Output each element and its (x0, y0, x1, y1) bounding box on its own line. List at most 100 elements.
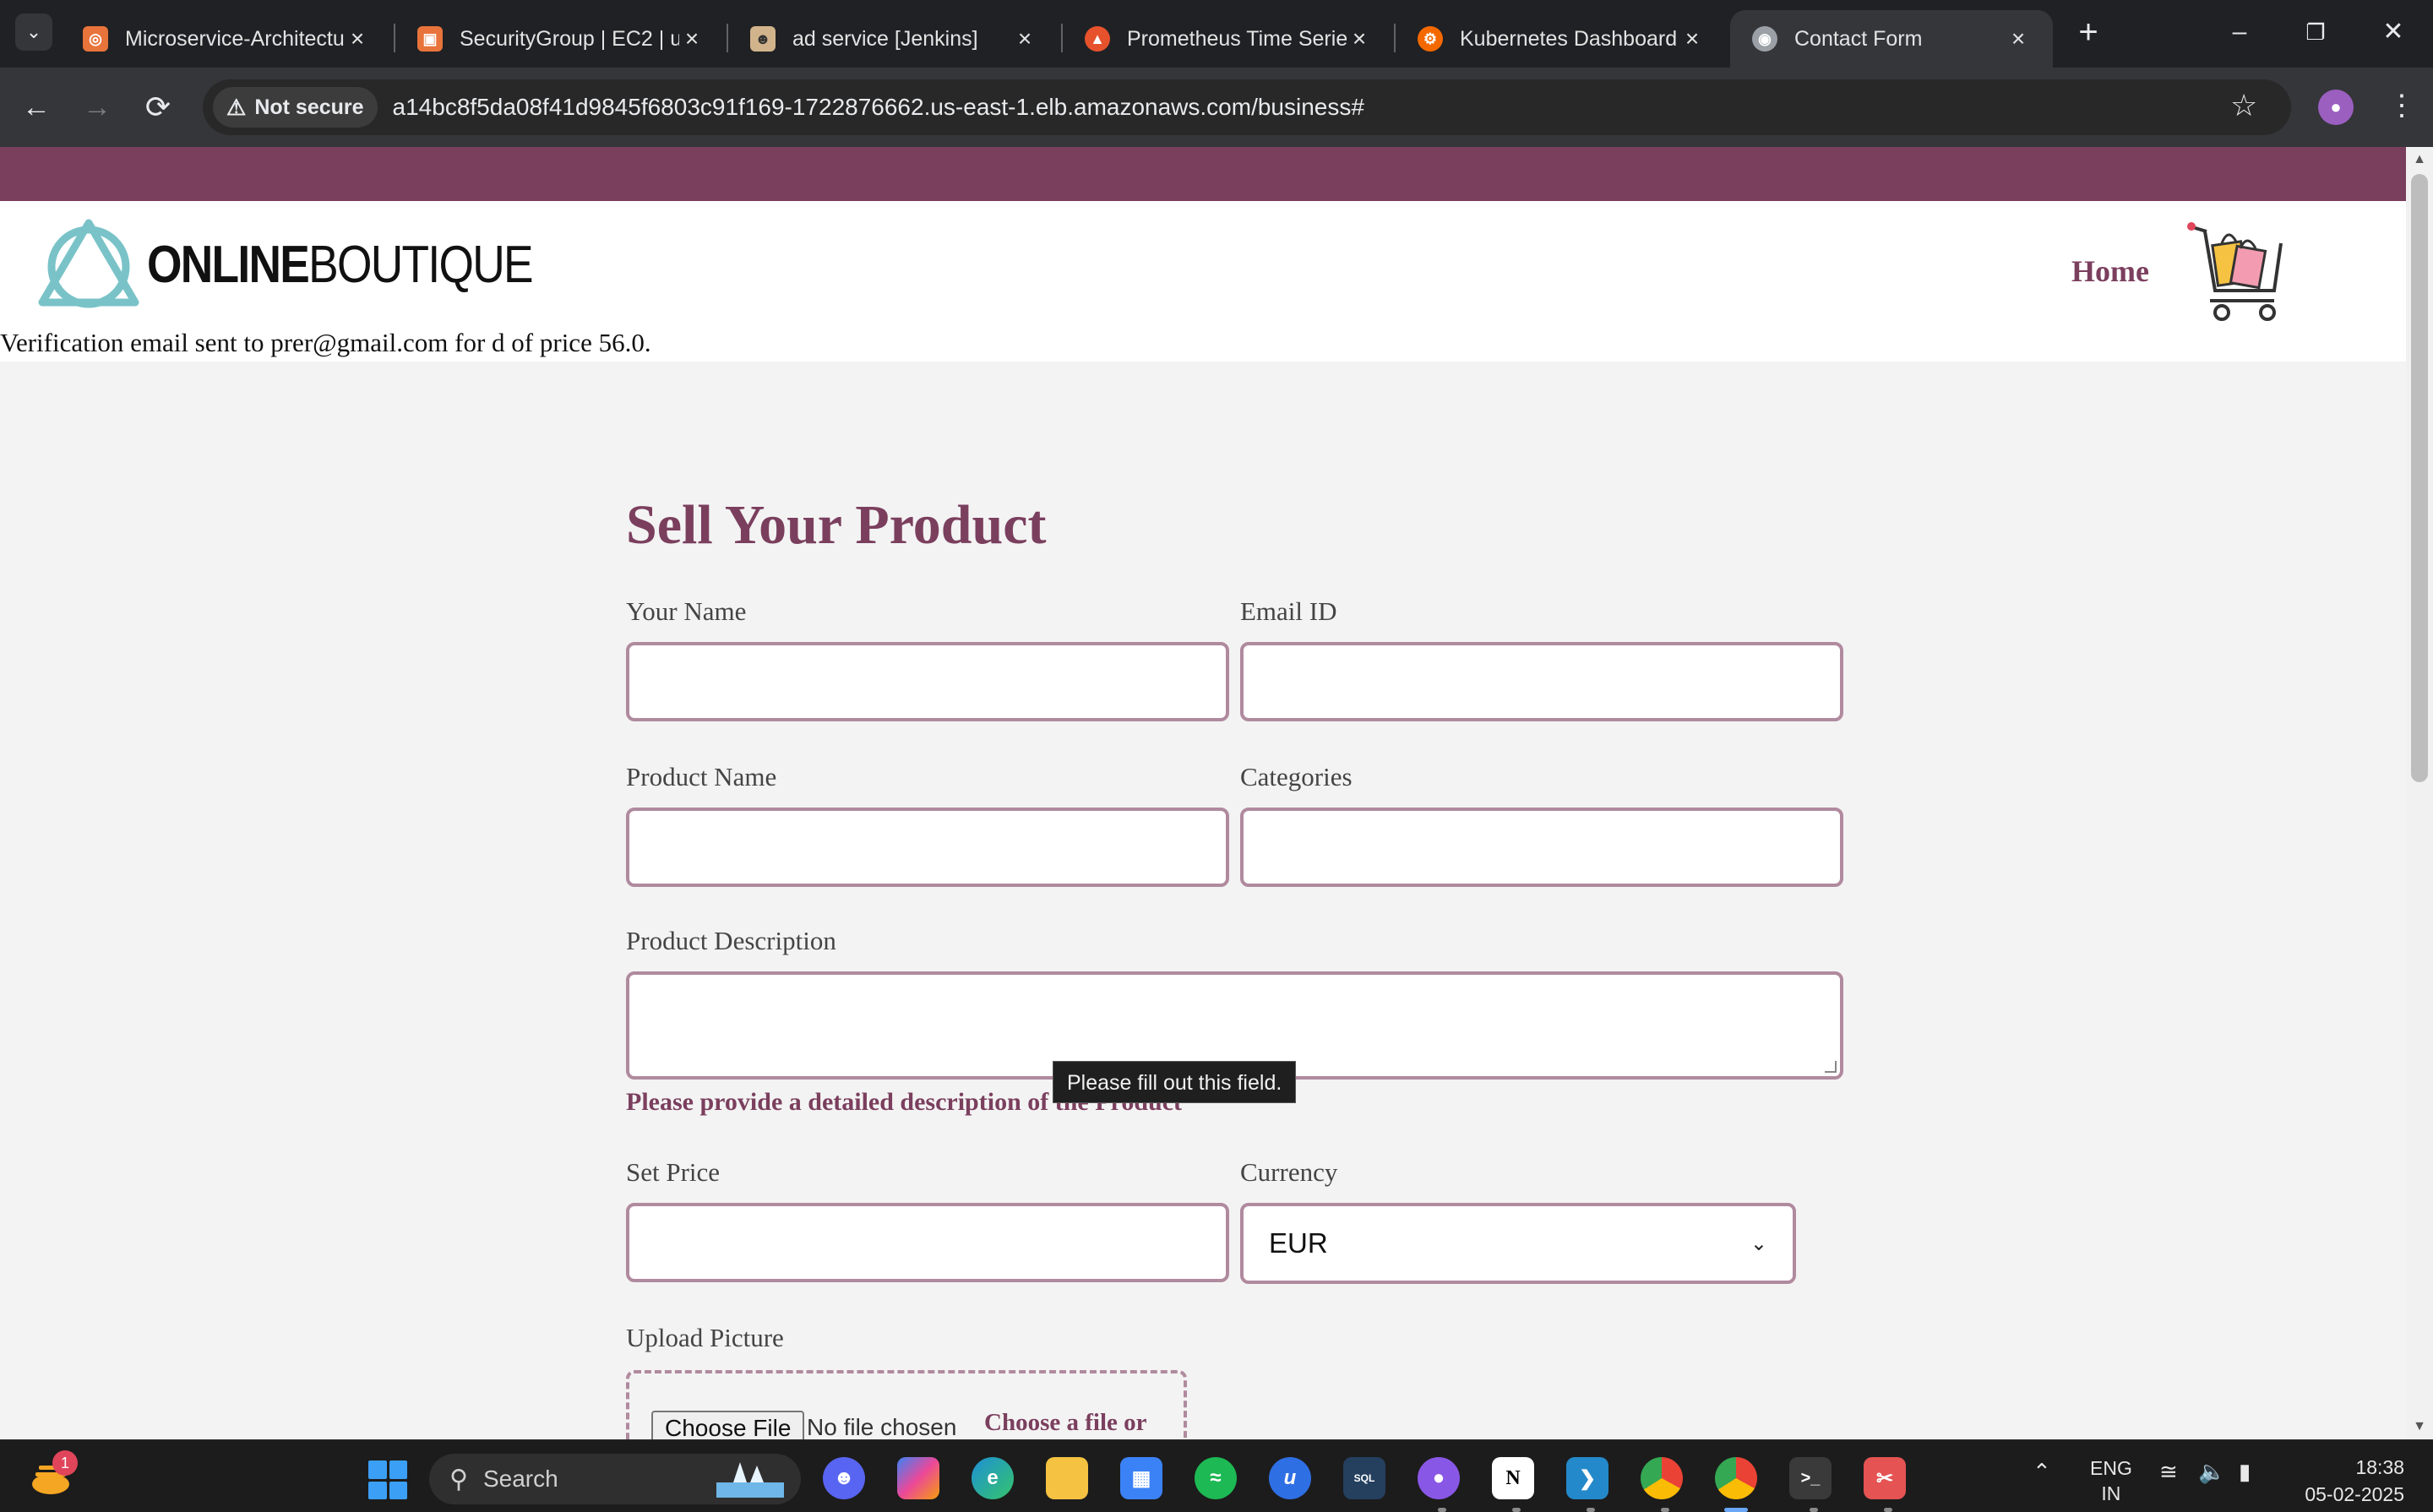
verification-message: Verification email sent to prer@gmail.co… (0, 328, 651, 357)
product-name-input[interactable] (626, 808, 1229, 887)
url-text[interactable]: a14bc8f5da08f41d9845f6803c91f169-1722876… (393, 94, 1364, 121)
email-input[interactable] (1240, 642, 1843, 721)
browser-tab[interactable]: ▲ Prometheus Time Series × (1063, 10, 1394, 68)
choose-hint-text: Choose a file or (984, 1409, 1147, 1436)
mysql-workbench-icon[interactable]: SQL (1343, 1457, 1385, 1499)
file-explorer-icon[interactable] (1046, 1457, 1088, 1499)
close-icon[interactable]: × (679, 25, 705, 52)
chrome-profile-icon[interactable] (1715, 1457, 1757, 1499)
tab-search-chevron-icon[interactable]: ⌄ (15, 14, 52, 51)
running-indicator (1661, 1508, 1669, 1512)
back-arrow-icon[interactable]: ← (17, 88, 56, 127)
browser-tab[interactable]: ☻ ad service [Jenkins] × (728, 10, 1059, 68)
running-indicator (1438, 1508, 1446, 1512)
aws-codepipeline-icon: ◎ (83, 26, 108, 52)
browser-toolbar: ← → ⟳ ⚠ Not secure a14bc8f5da08f41d9845f… (0, 68, 2433, 147)
browser-tab[interactable]: ▣ SecurityGroup | EC2 | us × (395, 10, 727, 68)
logo-triangle-icon (38, 219, 139, 308)
windows-start-icon[interactable] (368, 1460, 407, 1499)
product-name-label: Product Name (626, 762, 777, 791)
email-label: Email ID (1240, 596, 1337, 626)
search-highlight-icon (716, 1462, 784, 1498)
tab-title: Kubernetes Dashboard (1460, 26, 1678, 51)
taskbar-search-placeholder: Search (482, 1466, 558, 1492)
categories-label: Categories (1240, 762, 1353, 791)
restore-icon[interactable]: ❐ (2294, 14, 2337, 51)
bookmark-star-icon[interactable]: ☆ (2230, 86, 2257, 125)
language-indicator[interactable]: ENG IN (2090, 1455, 2132, 1506)
grafana-icon: ⚙ (1418, 26, 1443, 52)
profile-avatar-icon[interactable]: ● (2318, 90, 2354, 125)
running-indicator (1512, 1508, 1521, 1512)
more-menu-icon[interactable]: ⋮ (2387, 86, 2416, 125)
close-icon[interactable]: × (345, 25, 370, 52)
security-chip[interactable]: ⚠ Not secure (213, 87, 378, 128)
notion-icon[interactable]: N (1492, 1457, 1534, 1499)
volume-icon[interactable]: 🔈 (2198, 1459, 2225, 1485)
resize-grip-icon[interactable] (1825, 1061, 1837, 1073)
wifi-icon[interactable]: ≅ (2159, 1459, 2178, 1485)
close-icon[interactable]: × (1347, 25, 1372, 52)
tab-title: SecurityGroup | EC2 | us (460, 26, 679, 51)
language-line-2: IN (2101, 1482, 2121, 1504)
prometheus-icon: ▲ (1085, 26, 1110, 52)
clock-time: 18:38 (2355, 1456, 2404, 1478)
site-logo[interactable]: ONLINEBOUTIQUE (34, 218, 595, 311)
shopping-cart-icon[interactable] (2186, 209, 2288, 323)
aws-ec2-icon: ▣ (417, 26, 443, 52)
tab-title: Prometheus Time Series (1127, 26, 1347, 51)
browser-tab-active[interactable]: ◉ Contact Form × (1730, 10, 2053, 68)
price-input[interactable] (626, 1203, 1229, 1282)
tab-title: ad service [Jenkins] (792, 26, 978, 51)
microsoft-store-icon[interactable]: ▦ (1120, 1457, 1162, 1499)
close-icon[interactable]: × (1679, 25, 1705, 52)
upload-dropzone[interactable]: Choose File No file chosen Choose a file… (626, 1370, 1187, 1439)
currency-select[interactable]: EUR ⌄ (1240, 1203, 1796, 1284)
tray-overflow-chevron-icon[interactable]: ⌃ (2033, 1459, 2051, 1485)
spotify-icon[interactable]: ≈ (1195, 1457, 1237, 1499)
snipping-tool-icon[interactable]: ✂ (1864, 1457, 1906, 1499)
github-desktop-icon[interactable]: ● (1418, 1457, 1460, 1499)
scroll-thumb[interactable] (2411, 174, 2428, 782)
address-bar[interactable]: ⚠ Not secure a14bc8f5da08f41d9845f6803c9… (203, 79, 2291, 135)
edge-icon[interactable]: e (972, 1457, 1014, 1499)
reload-icon[interactable]: ⟳ (139, 88, 177, 127)
description-label: Product Description (626, 926, 836, 955)
choose-file-button[interactable]: Choose File (651, 1411, 805, 1439)
close-icon[interactable]: × (1012, 25, 1037, 52)
chevron-down-icon: ⌄ (1750, 1232, 1767, 1255)
categories-input[interactable] (1240, 808, 1843, 887)
copilot-icon[interactable] (897, 1457, 939, 1499)
system-clock[interactable]: 18:38 05-02-2025 (2296, 1454, 2404, 1508)
globe-icon: ◉ (1752, 26, 1777, 52)
scroll-up-arrow-icon[interactable]: ▲ (2406, 147, 2433, 172)
browser-tab[interactable]: ◎ Microservice-Architectu × (61, 10, 392, 68)
window-close-icon[interactable]: ✕ (2372, 14, 2414, 51)
upwork-icon[interactable]: u (1269, 1457, 1311, 1499)
battery-icon[interactable]: ▮ (2239, 1459, 2251, 1485)
scroll-down-arrow-icon[interactable]: ▼ (2406, 1414, 2433, 1439)
browser-tab-bar: ⌄ ◎ Microservice-Architectu × ▣ Security… (0, 0, 2433, 68)
language-line-1: ENG (2090, 1457, 2132, 1479)
name-label: Your Name (626, 596, 747, 626)
minimize-icon[interactable]: – (2218, 14, 2261, 51)
price-label: Set Price (626, 1157, 721, 1187)
browser-tab[interactable]: ⚙ Kubernetes Dashboard × (1396, 10, 1727, 68)
taskbar-search[interactable]: ⚲ Search (429, 1454, 801, 1504)
nav-home-link[interactable]: Home (2071, 253, 2149, 289)
clock-date: 05-02-2025 (2305, 1483, 2404, 1505)
name-input[interactable] (626, 642, 1229, 721)
notification-badge: 1 (52, 1450, 78, 1476)
currency-label: Currency (1240, 1157, 1338, 1187)
forward-arrow-icon[interactable]: → (78, 88, 117, 127)
discord-icon[interactable]: ☻ (823, 1457, 865, 1499)
running-indicator (1587, 1508, 1595, 1512)
terminal-icon[interactable]: >_ (1789, 1457, 1832, 1499)
upload-label: Upload Picture (626, 1323, 784, 1352)
page-scrollbar[interactable]: ▲ ▼ (2406, 147, 2433, 1439)
chrome-icon[interactable] (1641, 1457, 1683, 1499)
close-icon[interactable]: × (2006, 25, 2031, 52)
new-tab-plus-icon[interactable]: + (2071, 15, 2105, 49)
vscode-icon[interactable]: ❯ (1566, 1457, 1608, 1499)
logo-text: ONLINEBOUTIQUE (147, 235, 534, 295)
